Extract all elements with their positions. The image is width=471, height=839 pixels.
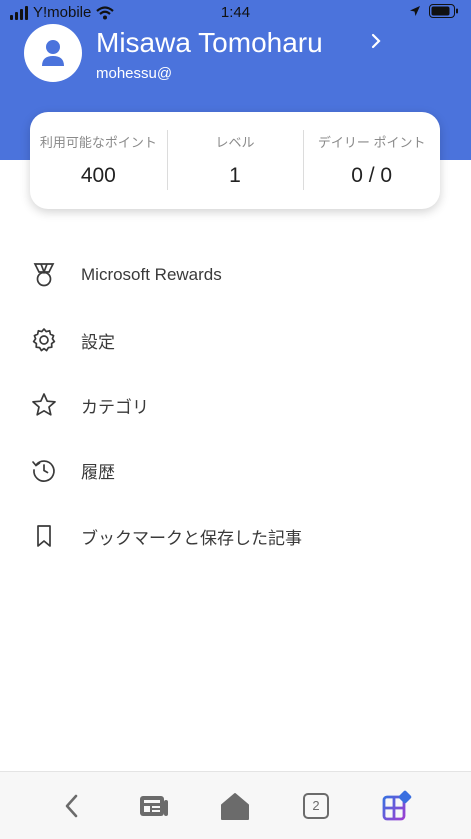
- person-icon: [42, 40, 64, 66]
- battery-icon: [429, 4, 458, 18]
- menu-item-label: ブックマークと保存した記事: [81, 528, 302, 548]
- medal-icon: [30, 261, 58, 289]
- stat-available-points[interactable]: 利用可能なポイント 400: [30, 112, 167, 209]
- stat-label: 利用可能なポイント: [39, 135, 157, 150]
- history-icon: [30, 456, 58, 484]
- stat-value: 1: [229, 164, 241, 187]
- tab-count: 2: [312, 798, 320, 813]
- news-button[interactable]: [136, 788, 172, 824]
- back-button[interactable]: [54, 788, 90, 824]
- stat-level[interactable]: レベル 1: [166, 112, 304, 209]
- star-icon: [30, 391, 58, 419]
- user-name[interactable]: Misawa Tomoharu: [96, 26, 323, 60]
- status-right: [409, 4, 459, 18]
- home-icon: [221, 793, 249, 820]
- apps-button[interactable]: [379, 788, 415, 824]
- menu-item-label: 設定: [81, 332, 115, 352]
- stat-value: 0 / 0: [351, 164, 393, 187]
- status-time: 1:44: [220, 4, 251, 21]
- chevron-left-icon: [65, 794, 78, 818]
- menu-item-history[interactable]: 履歴: [0, 442, 471, 498]
- bookmark-icon: [30, 522, 58, 550]
- gear-icon: [30, 326, 58, 354]
- tabs-button[interactable]: 2: [298, 788, 334, 824]
- menu-item-label: 履歴: [81, 462, 115, 482]
- user-email: mohessu@: [96, 65, 173, 82]
- menu-item-settings[interactable]: 設定: [0, 312, 471, 368]
- location-arrow-icon: [410, 6, 420, 16]
- stat-label: デイリー ポイント: [317, 135, 426, 150]
- chevron-right-icon[interactable]: [370, 32, 382, 50]
- home-button[interactable]: [217, 788, 253, 824]
- newspaper-icon: [140, 796, 168, 816]
- status-bar: Y!mobile 1:44: [0, 0, 471, 24]
- apps-grid-icon: [382, 790, 412, 821]
- bottom-navigation-bar: 2: [0, 771, 471, 839]
- stat-value: 400: [80, 164, 116, 187]
- avatar[interactable]: [24, 24, 82, 82]
- menu-item-label: Microsoft Rewards: [81, 265, 222, 284]
- stat-daily-points[interactable]: デイリー ポイント 0 / 0: [303, 112, 440, 209]
- menu-item-bookmarks[interactable]: ブックマークと保存した記事: [0, 508, 471, 564]
- stat-label: レベル: [215, 135, 255, 150]
- menu-item-label: カテゴリ: [81, 397, 149, 417]
- menu-item-rewards[interactable]: Microsoft Rewards: [0, 247, 471, 303]
- menu-item-categories[interactable]: カテゴリ: [0, 377, 471, 433]
- points-card: 利用可能なポイント 400 レベル 1 デイリー ポイント 0 / 0: [30, 112, 440, 209]
